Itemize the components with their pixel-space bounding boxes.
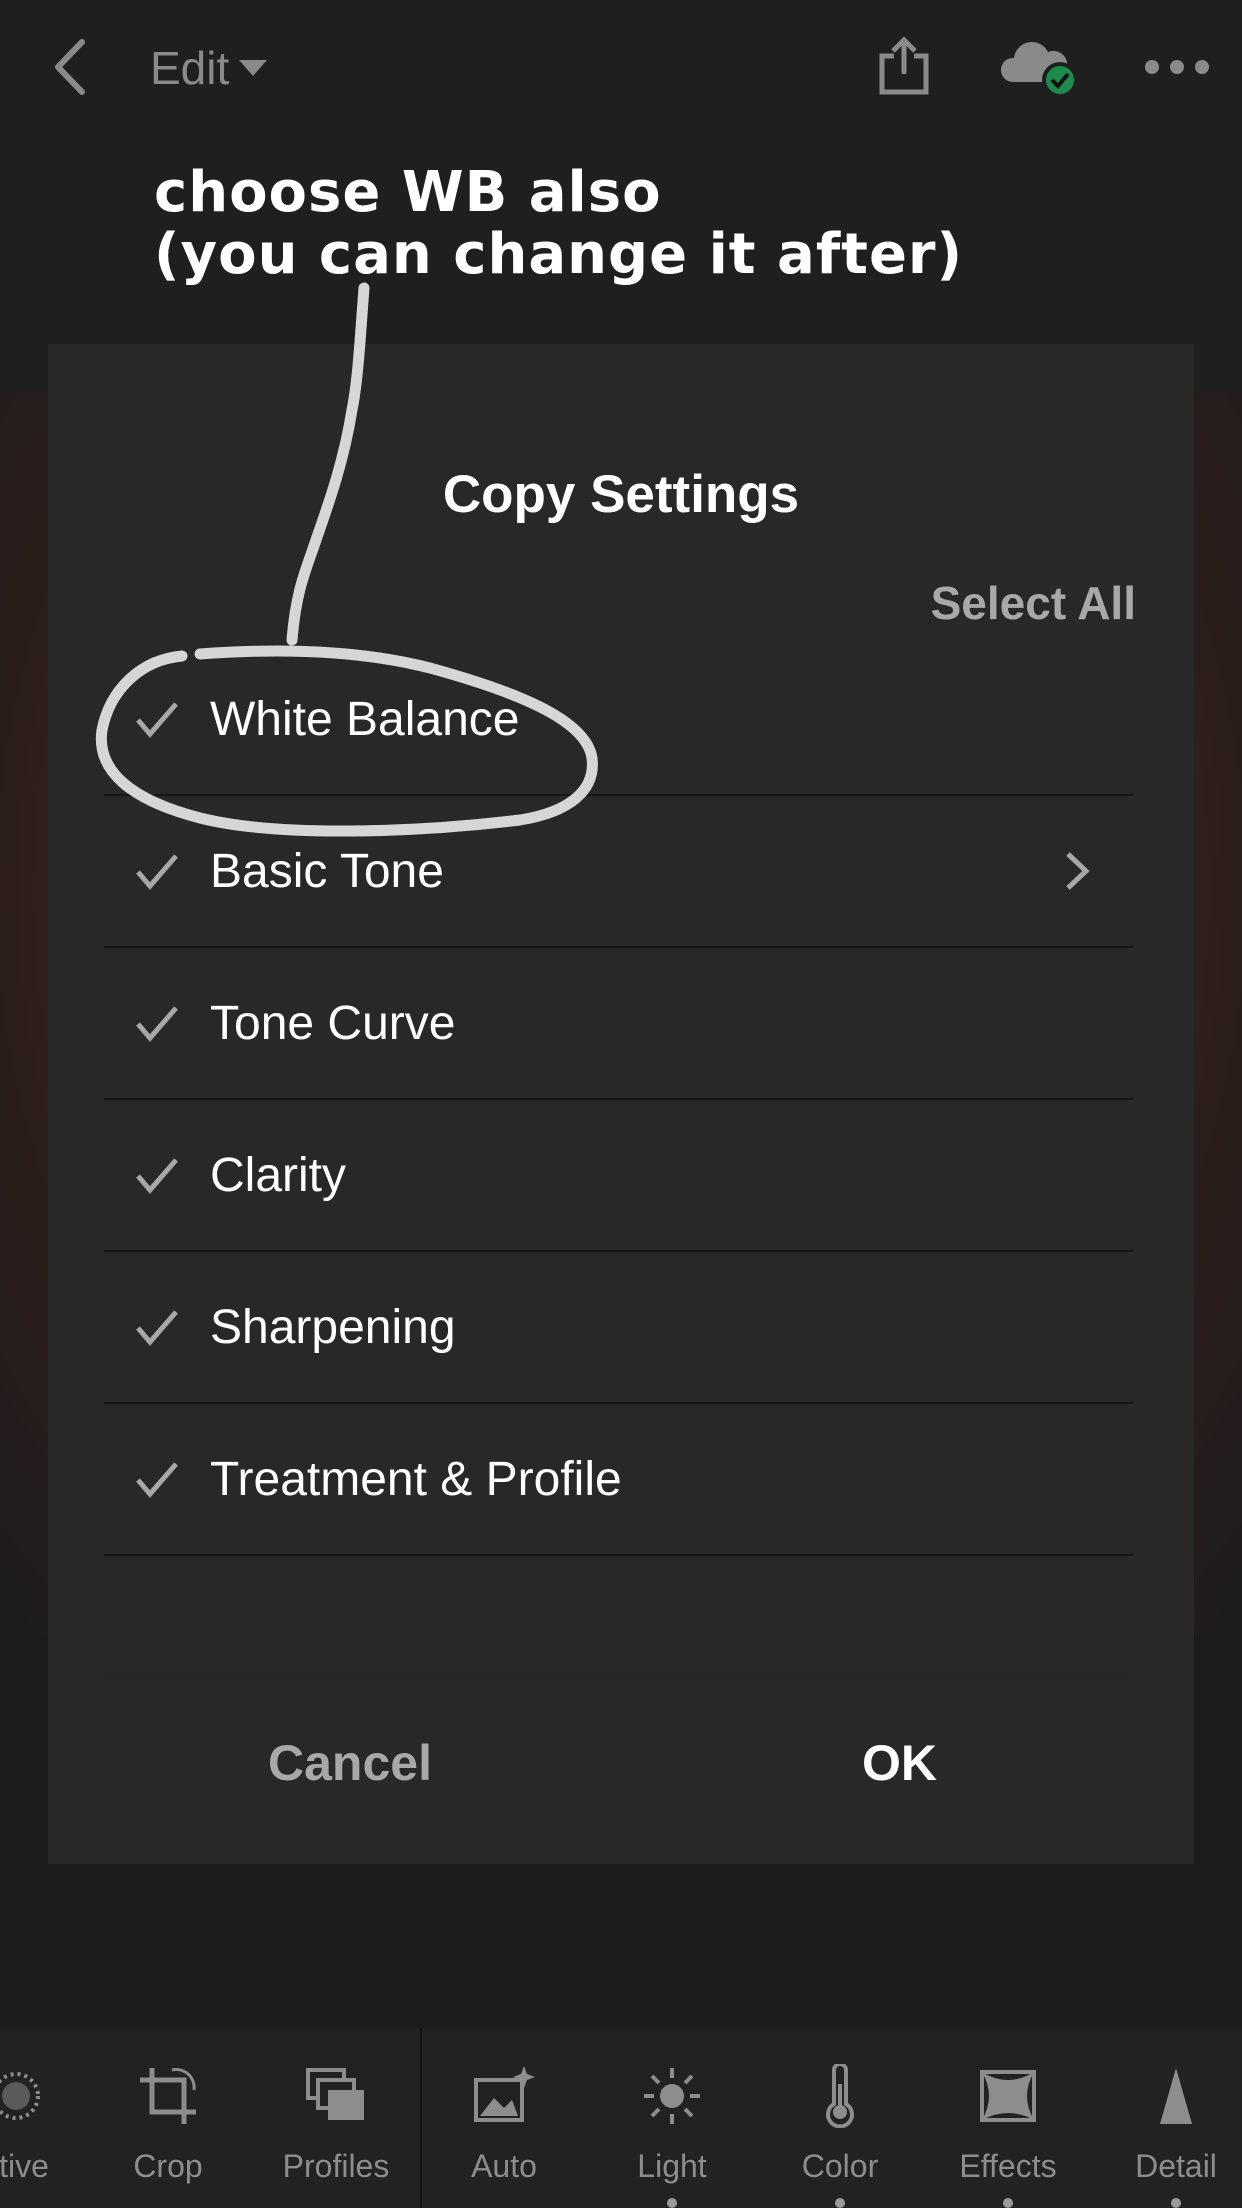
detail-icon: [1160, 2068, 1192, 2124]
more-icon[interactable]: [1142, 50, 1212, 84]
list-item-label: Basic Tone: [210, 844, 444, 898]
light-icon: [644, 2068, 700, 2124]
tool-crop[interactable]: Crop: [84, 2028, 252, 2208]
cancel-button[interactable]: Cancel: [268, 1734, 432, 1792]
check-icon: [136, 702, 178, 738]
tool-effects[interactable]: Effects: [924, 2028, 1092, 2208]
auto-icon: [474, 2066, 535, 2122]
edit-menu-button[interactable]: Edit: [150, 36, 268, 100]
tool-profiles[interactable]: Profiles: [252, 2028, 420, 2208]
tool-label: Profiles: [282, 2148, 390, 2184]
list-item-clarity[interactable]: Clarity: [104, 1100, 1134, 1252]
bottom-toolbar: ctive Crop Profiles Auto Light Color Eff…: [0, 2028, 1242, 2208]
tool-label: Color: [801, 2148, 879, 2184]
tool-label: Auto: [471, 2148, 537, 2184]
list-item-sharpening[interactable]: Sharpening: [104, 1252, 1134, 1404]
list-item-label: White Balance: [210, 692, 520, 746]
selective-icon: [0, 2072, 40, 2120]
effects-icon: [980, 2070, 1036, 2122]
check-icon: [136, 1462, 178, 1498]
annotation-text: choose WB also (you can change it after): [154, 160, 964, 287]
chevron-right-icon[interactable]: [1064, 850, 1090, 892]
tool-label: Crop: [133, 2148, 203, 2184]
tool-auto[interactable]: Auto: [420, 2028, 588, 2208]
tool-detail[interactable]: Detail: [1092, 2028, 1242, 2208]
select-all-button[interactable]: Select All: [931, 576, 1136, 630]
check-icon: [136, 854, 178, 890]
tool-light[interactable]: Light: [588, 2028, 756, 2208]
tool-label: Detail: [1135, 2148, 1217, 2184]
footer-divider: [104, 1678, 1134, 1680]
list-item-label: Clarity: [210, 1148, 347, 1202]
profiles-icon: [306, 2068, 364, 2120]
list-item-tone-curve[interactable]: Tone Curve: [104, 948, 1134, 1100]
check-icon: [136, 1158, 178, 1194]
tool-label: ctive: [0, 2148, 49, 2184]
check-icon: [136, 1006, 178, 1042]
tool-label: Effects: [959, 2148, 1057, 2184]
tool-indicator: [1171, 2198, 1181, 2208]
tool-indicator: [835, 2198, 845, 2208]
settings-list: White Balance Basic Tone Tone Curve Clar…: [104, 644, 1134, 1556]
tool-color[interactable]: Color: [756, 2028, 924, 2208]
share-icon[interactable]: [874, 32, 934, 100]
ok-button[interactable]: OK: [862, 1734, 937, 1792]
check-icon: [136, 1310, 178, 1346]
tool-indicator: [1003, 2198, 1013, 2208]
tool-indicator: [667, 2198, 677, 2208]
list-item-white-balance[interactable]: White Balance: [104, 644, 1134, 796]
list-item-label: Treatment & Profile: [210, 1452, 622, 1506]
list-item-treatment-profile[interactable]: Treatment & Profile: [104, 1404, 1134, 1556]
toolbar-divider: [420, 2028, 422, 2208]
list-item-basic-tone[interactable]: Basic Tone: [104, 796, 1134, 948]
color-icon: [826, 2064, 854, 2128]
caret-down-icon: [239, 60, 268, 76]
tool-label: Light: [637, 2148, 707, 2184]
cloud-synced-icon[interactable]: [998, 36, 1082, 100]
list-item-label: Sharpening: [210, 1300, 456, 1354]
list-item-label: Tone Curve: [210, 996, 456, 1050]
back-arrow-icon[interactable]: [40, 30, 100, 104]
crop-icon: [140, 2068, 196, 2124]
dialog-title: Copy Settings: [442, 465, 800, 524]
edit-menu-label: Edit: [150, 42, 230, 94]
copy-settings-dialog: Copy Settings Select All White Balance B…: [48, 344, 1194, 1864]
